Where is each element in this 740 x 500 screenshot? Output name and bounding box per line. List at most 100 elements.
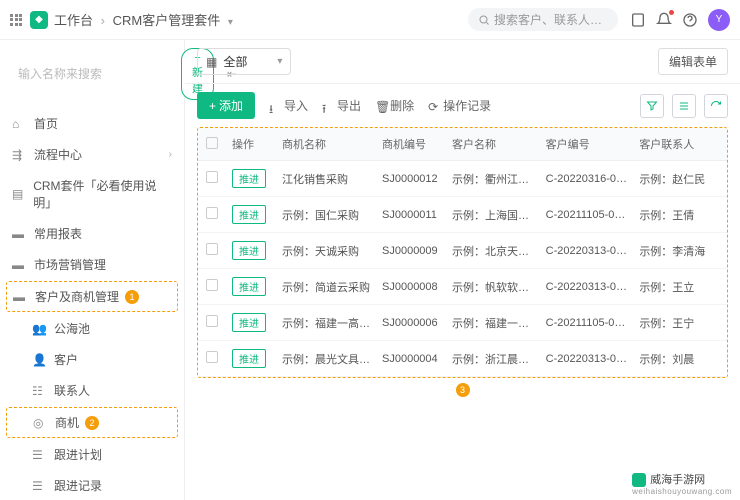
edit-form-button[interactable]: 编辑表单 bbox=[658, 48, 728, 75]
table-row[interactable]: 推进示例：国仁采购SJ0000011示例：上海国仁有限…C-20211105-0… bbox=[198, 197, 727, 233]
log-button[interactable]: ⟳操作记录 bbox=[428, 97, 491, 114]
cell-code: SJ0000004 bbox=[376, 341, 446, 377]
table-row[interactable]: 推进江化销售采购SJ0000012示例：衢州江化集团C-20220316-000… bbox=[198, 161, 727, 197]
list-icon: ☰ bbox=[32, 448, 46, 462]
cell-name: 江化销售采购 bbox=[276, 161, 376, 197]
avatar[interactable]: Y bbox=[708, 9, 730, 31]
table-row[interactable]: 推进示例：福建一高3月订单SJ0000006示例：福建一高集团C-2021110… bbox=[198, 305, 727, 341]
sidebar-item-label: 常用报表 bbox=[34, 225, 82, 242]
export-button[interactable]: ⭱导出 bbox=[322, 97, 361, 114]
cell-contact: 示例：李清海 bbox=[633, 233, 727, 269]
cell-contact: 示例：王倩 bbox=[633, 197, 727, 233]
help-icon[interactable] bbox=[682, 12, 698, 28]
sidebar-item-3[interactable]: ▬ 常用报表 bbox=[0, 218, 184, 249]
row-checkbox[interactable] bbox=[206, 351, 218, 363]
cell-code: SJ0000012 bbox=[376, 161, 446, 197]
cell-code: SJ0000011 bbox=[376, 197, 446, 233]
sidebar-item-label: 首页 bbox=[34, 115, 58, 132]
cell-contact: 示例：王宁 bbox=[633, 305, 727, 341]
view-selector[interactable]: ▦ 全部 ▾ bbox=[197, 48, 291, 75]
search-placeholder: 搜索客户、联系人… bbox=[494, 11, 602, 28]
column-header[interactable]: 操作 bbox=[226, 128, 276, 161]
promote-button[interactable]: 推进 bbox=[232, 169, 266, 188]
column-header[interactable]: 商机编号 bbox=[376, 128, 446, 161]
user-icon: 👤 bbox=[32, 353, 46, 367]
sidebar-item-8[interactable]: ☷联系人 bbox=[0, 375, 184, 406]
refresh-button[interactable] bbox=[704, 94, 728, 118]
promote-button[interactable]: 推进 bbox=[232, 205, 266, 224]
promote-button[interactable]: 推进 bbox=[232, 277, 266, 296]
sidebar-item-label: 跟进记录 bbox=[54, 477, 102, 494]
folder-icon: ▬ bbox=[12, 227, 26, 241]
row-checkbox[interactable] bbox=[206, 171, 218, 183]
sidebar-item-label: 流程中心 bbox=[34, 146, 82, 163]
sidebar-item-label: 跟进计划 bbox=[54, 446, 102, 463]
row-checkbox[interactable] bbox=[206, 279, 218, 291]
sidebar-nav: ⌂首页⇶流程中心›▤CRM套件「必看使用说明」 ▬ 常用报表 ▬市场营销管理▬客户及商… bbox=[0, 108, 184, 500]
sidebar-item-2[interactable]: ▤CRM套件「必看使用说明」 bbox=[0, 170, 184, 218]
cell-customer: 示例：福建一高集团 bbox=[446, 305, 540, 341]
target-icon: ◎ bbox=[33, 416, 47, 430]
logo-icon: ◆ bbox=[30, 11, 48, 29]
cell-customer-code: C-20211105-0000001 bbox=[540, 197, 634, 233]
select-all-checkbox[interactable] bbox=[206, 137, 218, 149]
sidebar-item-1[interactable]: ⇶流程中心› bbox=[0, 139, 184, 170]
global-search-input[interactable]: 搜索客户、联系人… bbox=[468, 8, 618, 31]
breadcrumb-current[interactable]: CRM客户管理套件 bbox=[113, 13, 221, 28]
row-checkbox[interactable] bbox=[206, 207, 218, 219]
row-checkbox[interactable] bbox=[206, 243, 218, 255]
bell-icon[interactable] bbox=[656, 12, 672, 28]
column-header[interactable]: 客户名称 bbox=[446, 128, 540, 161]
column-header[interactable]: 客户联系人 bbox=[633, 128, 727, 161]
table-header-row: 操作商机名称商机编号客户名称客户编号客户联系人 bbox=[198, 128, 727, 161]
cell-code: SJ0000006 bbox=[376, 305, 446, 341]
table-row[interactable]: 推进示例：简道云采购SJ0000008示例：帆软软件有限公司C-20220313… bbox=[198, 269, 727, 305]
cell-contact: 示例：王立 bbox=[633, 269, 727, 305]
main-panel: ▦ 全部 ▾ 编辑表单 +添加 ⭳导入 ⭱导出 🗑删除 ⟳操作记录 操作商机名称… bbox=[185, 40, 740, 500]
sidebar-search-input[interactable] bbox=[18, 67, 173, 81]
cell-name: 示例：晨光文具设备… bbox=[276, 341, 376, 377]
column-header[interactable]: 客户编号 bbox=[540, 128, 634, 161]
grid-icon: ▦ bbox=[206, 55, 217, 69]
sidebar-item-7[interactable]: 👤客户 bbox=[0, 344, 184, 375]
book-icon[interactable] bbox=[630, 12, 646, 28]
sidebar-item-0[interactable]: ⌂首页 bbox=[0, 108, 184, 139]
sidebar: + 新建 ⇤ ⌂首页⇶流程中心›▤CRM套件「必看使用说明」▬常用报表▬市场营销… bbox=[0, 40, 185, 500]
delete-button[interactable]: 🗑删除 bbox=[375, 97, 414, 114]
cell-customer: 示例：帆软软件有限公司 bbox=[446, 269, 540, 305]
data-table: 操作商机名称商机编号客户名称客户编号客户联系人 推进江化销售采购SJ000001… bbox=[198, 128, 727, 377]
filter-icon bbox=[646, 100, 658, 112]
sidebar-item-label: 市场营销管理 bbox=[34, 256, 106, 273]
sidebar-item-9[interactable]: ◎ 商机 2 bbox=[6, 407, 178, 438]
breadcrumb: 工作台 › CRM客户管理套件 ▾ bbox=[54, 10, 233, 29]
promote-button[interactable]: 推进 bbox=[232, 349, 266, 368]
sidebar-item-10[interactable]: ☰ 跟进计划 bbox=[0, 439, 184, 470]
chevron-down-icon[interactable]: ▾ bbox=[228, 17, 233, 28]
cell-contact: 示例：刘晨 bbox=[633, 341, 727, 377]
column-header[interactable]: 商机名称 bbox=[276, 128, 376, 161]
sidebar-item-5[interactable]: ▬客户及商机管理1 bbox=[6, 281, 178, 312]
table-row[interactable]: 推进示例：晨光文具设备…SJ0000004示例：浙江晨光文具…C-2022031… bbox=[198, 341, 727, 377]
users-icon: 👥 bbox=[32, 322, 46, 336]
cell-code: SJ0000008 bbox=[376, 269, 446, 305]
sidebar-item-4[interactable]: ▬市场营销管理 bbox=[0, 249, 184, 280]
promote-button[interactable]: 推进 bbox=[232, 241, 266, 260]
sidebar-item-label: 商机 bbox=[55, 414, 79, 431]
sidebar-item-11[interactable]: ☰跟进记录 bbox=[0, 470, 184, 500]
sidebar-item-label: 联系人 bbox=[54, 382, 90, 399]
promote-button[interactable]: 推进 bbox=[232, 313, 266, 332]
cell-customer-code: C-20220313-0000002 bbox=[540, 233, 634, 269]
watermark: 威海手游网 weihaishouyouwang.com bbox=[632, 471, 732, 496]
annotation-badge: 2 bbox=[85, 416, 99, 430]
sidebar-item-6[interactable]: 👥公海池 bbox=[0, 313, 184, 344]
import-button[interactable]: ⭳导入 bbox=[269, 97, 308, 114]
row-checkbox[interactable] bbox=[206, 315, 218, 327]
breadcrumb-root[interactable]: 工作台 bbox=[54, 13, 93, 28]
filter-button[interactable] bbox=[640, 94, 664, 118]
add-button[interactable]: +添加 bbox=[197, 92, 255, 119]
cell-customer-code: C-20220313-0000003 bbox=[540, 269, 634, 305]
apps-grid-icon[interactable] bbox=[10, 14, 22, 26]
cell-customer-code: C-20220313-0000004 bbox=[540, 341, 634, 377]
settings-button[interactable] bbox=[672, 94, 696, 118]
table-row[interactable]: 推进示例：天诚采购SJ0000009示例：北京天诚软件…C-20220313-0… bbox=[198, 233, 727, 269]
